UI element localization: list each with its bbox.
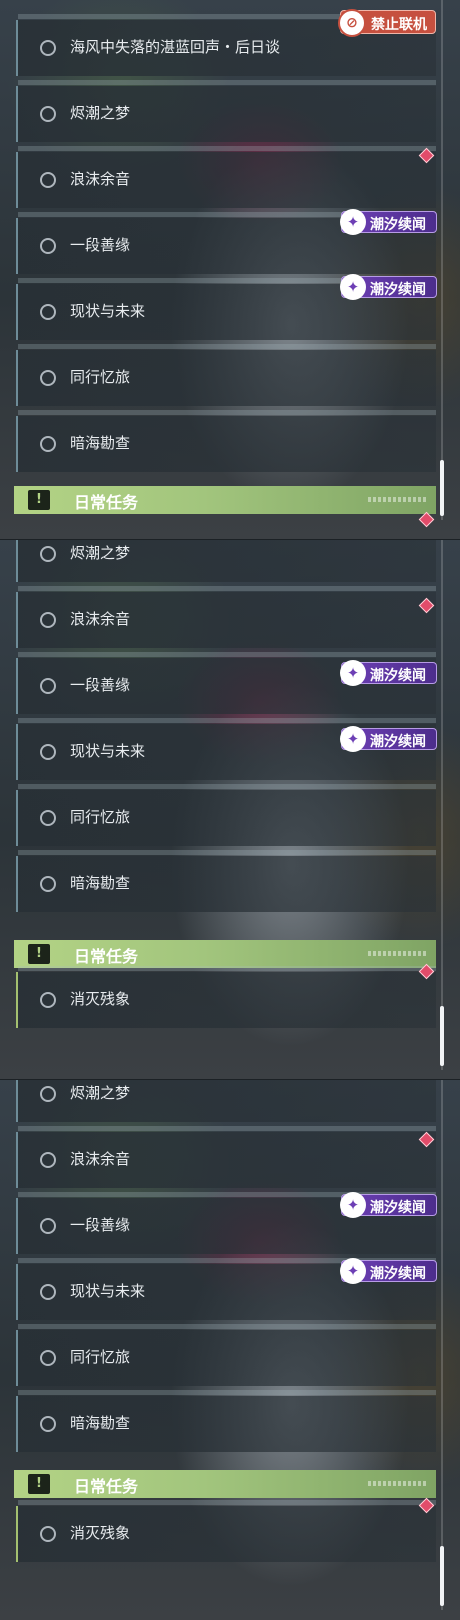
quest-status-circle-icon: [40, 992, 56, 1008]
scrollbar-thumb[interactable]: [440, 1546, 444, 1606]
tide-tales-tag: ✦ 潮汐续闻: [340, 1258, 437, 1284]
tide-tales-tag: ✦ 潮汐续闻: [340, 660, 437, 686]
quest-item-label: 海风中失落的湛蓝回声・后日谈: [70, 38, 281, 56]
exclamation-icon: !: [28, 944, 50, 964]
quest-status-circle-icon: [40, 106, 56, 122]
quest-item[interactable]: 消灭残象: [16, 1500, 436, 1562]
quest-item-label: 同行忆旅: [70, 1348, 131, 1366]
tide-tales-tag-label: 潮汐续闻: [370, 1266, 426, 1282]
quest-item-label: 现状与未来: [70, 302, 146, 320]
quest-item[interactable]: 烬潮之梦: [16, 1080, 436, 1122]
quest-item[interactable]: 同行忆旅: [16, 344, 436, 406]
quest-status-circle-icon: [40, 370, 56, 386]
daily-tasks-header[interactable]: ! 日常任务: [14, 1470, 436, 1498]
tide-tales-tag-label: 潮汐续闻: [370, 668, 426, 684]
tide-tales-emblem-icon: ✦: [340, 1258, 366, 1284]
tide-tales-emblem-icon: ✦: [340, 274, 366, 300]
quest-item[interactable]: 烬潮之梦: [16, 540, 436, 582]
quest-item-label: 消灭残象: [70, 990, 131, 1008]
daily-tasks-title: 日常任务: [74, 947, 139, 966]
tide-tales-emblem-icon: ✦: [340, 209, 366, 235]
quest-item-label: 一段善缘: [70, 676, 131, 694]
quest-item[interactable]: 暗海勘查: [16, 1390, 436, 1452]
scrollbar-thumb[interactable]: [440, 1006, 444, 1066]
quest-item-label: 暗海勘查: [70, 874, 131, 892]
quest-item-label: 浪沫余音: [70, 170, 131, 188]
quest-item-label: 现状与未来: [70, 1282, 146, 1300]
header-decoration: [368, 497, 428, 502]
quest-status-circle-icon: [40, 876, 56, 892]
quest-item-label: 浪沫余音: [70, 1150, 131, 1168]
scrollbar-track[interactable]: [441, 540, 443, 1070]
quest-status-circle-icon: [40, 304, 56, 320]
no-online-tag: ⊘ 禁止联机: [338, 9, 436, 37]
exclamation-icon: !: [28, 1474, 50, 1494]
tide-tales-tag-label: 潮汐续闻: [370, 734, 426, 750]
tide-tales-tag-label: 潮汐续闻: [370, 217, 426, 233]
quest-item-label: 烬潮之梦: [70, 104, 131, 122]
quest-item[interactable]: 浪沫余音: [16, 1126, 436, 1188]
daily-tasks-title: 日常任务: [74, 493, 139, 512]
quest-status-circle-icon: [40, 1284, 56, 1300]
quest-status-circle-icon: [40, 1086, 56, 1102]
quest-item[interactable]: 暗海勘查: [16, 850, 436, 912]
quest-item-label: 一段善缘: [70, 1216, 131, 1234]
quest-status-circle-icon: [40, 1152, 56, 1168]
tide-tales-emblem-icon: ✦: [340, 660, 366, 686]
quest-status-circle-icon: [40, 1416, 56, 1432]
quest-item[interactable]: 浪沫余音: [16, 146, 436, 208]
tide-tales-emblem-icon: ✦: [340, 1192, 366, 1218]
quest-list-panel-2: 烬潮之梦 浪沫余音 一段善缘 现状与未来 同行忆旅 暗海勘查 ! 日常任务 消灭…: [0, 540, 460, 1080]
tide-tales-tag: ✦ 潮汐续闻: [340, 726, 437, 752]
no-multiplayer-icon: ⊘: [338, 9, 366, 37]
quest-item-label: 浪沫余音: [70, 610, 131, 628]
quest-item-label: 一段善缘: [70, 236, 131, 254]
quest-item[interactable]: 消灭残象: [16, 966, 436, 1028]
tide-tales-tag-label: 潮汐续闻: [370, 1200, 426, 1216]
quest-item[interactable]: 烬潮之梦: [16, 80, 436, 142]
quest-item-label: 同行忆旅: [70, 808, 131, 826]
daily-tasks-header[interactable]: ! 日常任务: [14, 940, 436, 968]
quest-status-circle-icon: [40, 810, 56, 826]
quest-item-label: 暗海勘查: [70, 1414, 131, 1432]
quest-status-circle-icon: [40, 744, 56, 760]
tide-tales-tag: ✦ 潮汐续闻: [340, 1192, 437, 1218]
daily-tasks-header[interactable]: ! 日常任务: [14, 486, 436, 514]
quest-item-label: 暗海勘查: [70, 434, 131, 452]
quest-item-label: 消灭残象: [70, 1524, 131, 1542]
quest-status-circle-icon: [40, 436, 56, 452]
daily-tasks-title: 日常任务: [74, 1477, 139, 1496]
quest-list-panel-1: 海风中失落的湛蓝回声・后日谈 烬潮之梦 浪沫余音 一段善缘 现状与未来 同行忆旅…: [0, 0, 460, 540]
scrollbar-track[interactable]: [441, 1080, 443, 1610]
exclamation-icon: !: [28, 490, 50, 510]
tide-tales-tag: ✦ 潮汐续闻: [340, 209, 437, 235]
quest-item[interactable]: 暗海勘查: [16, 410, 436, 472]
quest-item-label: 同行忆旅: [70, 368, 131, 386]
quest-status-circle-icon: [40, 238, 56, 254]
scrollbar-track[interactable]: [441, 0, 443, 520]
header-decoration: [368, 951, 428, 956]
quest-status-circle-icon: [40, 172, 56, 188]
quest-item-label: 烬潮之梦: [70, 1084, 131, 1102]
quest-status-circle-icon: [40, 1526, 56, 1542]
tide-tales-emblem-icon: ✦: [340, 726, 366, 752]
quest-status-circle-icon: [40, 40, 56, 56]
quest-item-label: 烬潮之梦: [70, 544, 131, 562]
quest-item[interactable]: 同行忆旅: [16, 784, 436, 846]
quest-item-label: 现状与未来: [70, 742, 146, 760]
quest-status-circle-icon: [40, 612, 56, 628]
quest-status-circle-icon: [40, 678, 56, 694]
scrollbar-thumb[interactable]: [440, 460, 444, 516]
quest-item[interactable]: 浪沫余音: [16, 586, 436, 648]
quest-status-circle-icon: [40, 546, 56, 562]
quest-status-circle-icon: [40, 1218, 56, 1234]
quest-list-panel-3: 烬潮之梦 浪沫余音 一段善缘 现状与未来 同行忆旅 暗海勘查 ! 日常任务 消灭…: [0, 1080, 460, 1620]
header-decoration: [368, 1481, 428, 1486]
quest-item[interactable]: 同行忆旅: [16, 1324, 436, 1386]
no-online-tag-label: 禁止联机: [371, 17, 427, 33]
tide-tales-tag-label: 潮汐续闻: [370, 282, 426, 298]
tide-tales-tag: ✦ 潮汐续闻: [340, 274, 437, 300]
red-diamond-icon: [418, 511, 435, 528]
quest-status-circle-icon: [40, 1350, 56, 1366]
